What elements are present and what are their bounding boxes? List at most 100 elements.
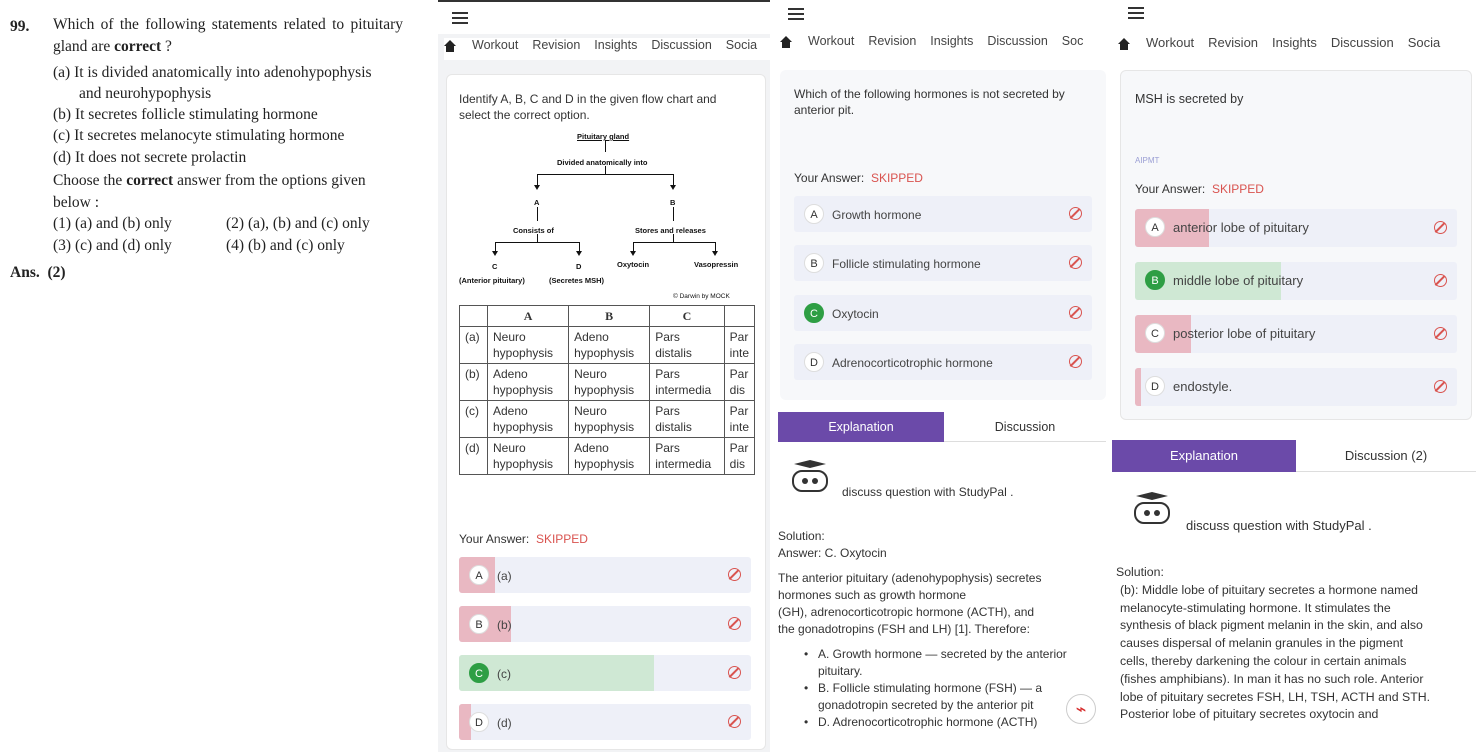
question-card: MSH is secreted by AIPMT Your Answer: SK… (1120, 70, 1472, 420)
studypal-link[interactable]: discuss question with StudyPal . (842, 485, 1013, 499)
tab-workout[interactable]: Workout (808, 34, 854, 48)
option-letter: B (1145, 270, 1165, 290)
pdf-icon[interactable]: ⌁ (1066, 694, 1096, 724)
your-answer: Your Answer: SKIPPED (1135, 182, 1264, 196)
tab-insights[interactable]: Insights (594, 38, 637, 52)
textbook-question-panel: 99. Which of the following statements re… (0, 0, 420, 752)
flow-stores: Stores and releases (635, 226, 706, 235)
wrong-icon (728, 666, 741, 679)
option-a[interactable]: A (a) (459, 557, 751, 593)
option-4: (4) (b) and (c) only (226, 237, 345, 254)
option-c[interactable]: Cposterior lobe of pituitary (1135, 315, 1457, 353)
statement-a-cont: and neurohypophysis (79, 85, 212, 102)
wrong-icon (1434, 274, 1447, 287)
option-text: middle lobe of pituitary (1173, 273, 1304, 288)
option-b[interactable]: Bmiddle lobe of pituitary (1135, 262, 1457, 300)
question-text: Which of the following statements relate… (53, 16, 403, 55)
app-panel-flowchart: Workout Revision Insights Discussion Socia I… (438, 0, 770, 752)
option-text: posterior lobe of pituitary (1173, 326, 1316, 341)
tab-social[interactable]: Socia (1408, 35, 1441, 50)
table-cell: Adeno hypophysis (568, 437, 651, 475)
menu-icon[interactable] (452, 12, 468, 24)
tab-explanation[interactable]: Explanation (778, 412, 944, 442)
option-letter: A (469, 565, 489, 585)
option-text: endostyle. (1173, 379, 1233, 394)
answer-table: A B C (a) Neuro hypophysis Adeno hypophysi… (459, 305, 756, 475)
wrong-icon (1069, 355, 1082, 368)
tab-workout[interactable]: Workout (1146, 35, 1194, 50)
choose-instruction: Choose the correct answer from the optio… (53, 172, 366, 189)
home-icon[interactable] (780, 35, 792, 48)
bullet-item-cont: gonadotropin secreted by the anterior pi… (818, 698, 1034, 712)
table-row: (a) Neuro hypophysis Adeno hypophysis Pars … (459, 326, 756, 364)
tab-social[interactable]: Socia (726, 38, 757, 52)
tab-discussion-panel[interactable]: Discussion (2) (1296, 440, 1476, 472)
question-card: Identify A, B, C and D in the given flow… (446, 74, 766, 750)
table-cell: Pars intermedia (649, 437, 725, 475)
option-text: (d) (497, 716, 512, 730)
option-letter: D (804, 352, 824, 372)
solution-line: The anterior pituitary (adenohypophysis)… (778, 571, 1042, 585)
table-cell: Adeno hypophysis (486, 363, 570, 401)
table-cell: Pars intermedia (649, 363, 725, 401)
menu-icon[interactable] (788, 8, 804, 20)
table-cell: Neuro hypophysis (568, 400, 651, 438)
question-text: MSH is secreted by (1135, 92, 1244, 106)
solution-line: Posterior lobe of pituitary secretes oxy… (1120, 707, 1379, 722)
studypal-link[interactable]: discuss question with StudyPal . (1186, 518, 1372, 533)
tab-revision[interactable]: Revision (868, 34, 916, 48)
option-d[interactable]: D (d) (459, 704, 751, 740)
flow-vasopressin: Vasopressin (694, 260, 739, 269)
tab-insights[interactable]: Insights (930, 34, 973, 48)
wrong-icon (1069, 306, 1082, 319)
option-letter: B (804, 253, 824, 273)
wrong-icon (1434, 327, 1447, 340)
table-cell: Neuro hypophysis (486, 326, 570, 364)
menu-icon[interactable] (1128, 7, 1144, 19)
wrong-icon (1434, 380, 1447, 393)
nav-tabs: Workout Revision Insights Discussion Soc (780, 34, 1108, 56)
solution-block: Solution: (b): Middle lobe of pituitary … (1116, 564, 1476, 724)
tab-revision[interactable]: Revision (532, 38, 580, 52)
your-answer: Your Answer: SKIPPED (459, 532, 588, 546)
tab-social[interactable]: Soc (1062, 34, 1084, 48)
option-letter: C (469, 663, 489, 683)
option-text: Adrenocorticotrophic hormone (832, 356, 993, 370)
solution-label: Solution: (1116, 565, 1164, 579)
tab-discussion[interactable]: Discussion (1331, 35, 1394, 50)
option-d[interactable]: D Adrenocorticotrophic hormone (794, 344, 1092, 380)
solution-block: Solution: Answer: C. Oxytocin The anteri… (778, 528, 1102, 731)
home-icon[interactable] (1118, 37, 1130, 50)
tab-discussion[interactable]: Discussion (651, 38, 711, 52)
flow-oxytocin: Oxytocin (617, 260, 650, 269)
option-letter: C (804, 303, 824, 323)
option-d[interactable]: Dendostyle. (1135, 368, 1457, 406)
flow-divided: Divided anatomically into (557, 158, 648, 167)
flow-msh: (Secretes MSH) (549, 276, 605, 285)
option-letter: C (1145, 323, 1165, 343)
option-c[interactable]: C Oxytocin (794, 295, 1092, 331)
option-b[interactable]: B Follicle stimulating hormone (794, 245, 1092, 281)
tab-discussion[interactable]: Discussion (987, 34, 1047, 48)
solution-line: (b): Middle lobe of pituitary secretes a… (1120, 582, 1419, 597)
app-panel-msh: Workout Revision Insights Discussion Socia M… (1112, 0, 1476, 752)
bullet-item: • A. Growth hormone — secreted by the ant… (804, 647, 1067, 661)
option-b[interactable]: B (b) (459, 606, 751, 642)
option-c[interactable]: C (c) (459, 655, 751, 691)
table-cell: (d) (459, 437, 488, 475)
tab-discussion-panel[interactable]: Discussion (944, 412, 1106, 442)
statement-b: (b) It secretes follicle stimulating hor… (53, 106, 318, 123)
tab-revision[interactable]: Revision (1208, 35, 1258, 50)
tab-explanation[interactable]: Explanation (1112, 440, 1296, 472)
tab-insights[interactable]: Insights (1272, 35, 1317, 50)
wrong-icon (1069, 207, 1082, 220)
option-a[interactable]: A Growth hormone (794, 196, 1092, 232)
option-a[interactable]: Aanterior lobe of pituitary (1135, 209, 1457, 247)
tab-workout[interactable]: Workout (472, 38, 518, 52)
option-letter: A (1145, 217, 1165, 237)
choose-below: below : (53, 194, 100, 211)
exam-tag: AIPMT (1135, 156, 1160, 165)
home-icon[interactable] (444, 39, 456, 52)
solution-line: causes dispersal of melanin granules in … (1120, 636, 1403, 651)
flow-consists: Consists of (513, 226, 554, 235)
